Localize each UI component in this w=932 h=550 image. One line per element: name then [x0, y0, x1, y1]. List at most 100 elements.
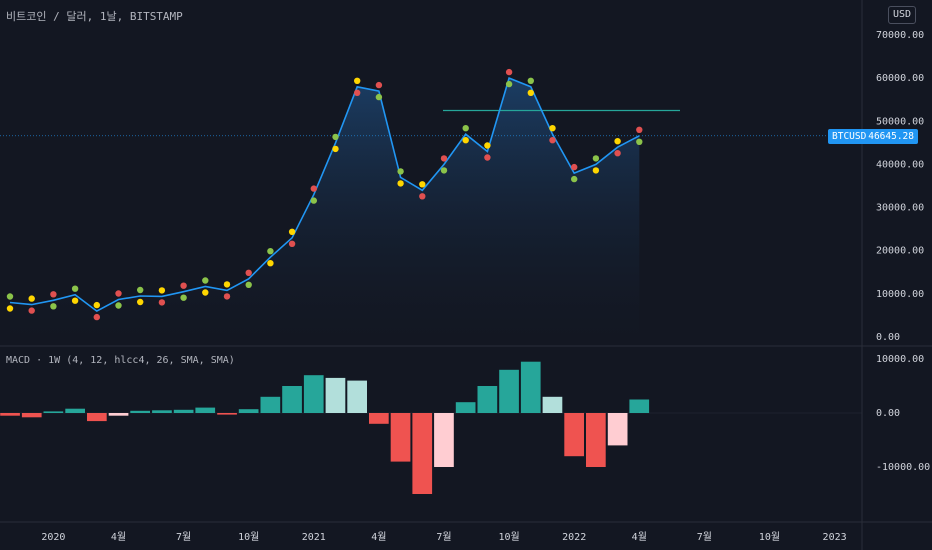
price-axis-tick: 70000.00 — [876, 30, 924, 41]
time-axis-tick: 4월 — [371, 531, 386, 543]
price-tag-value: 46645.28 — [868, 131, 914, 142]
macd-histogram-bar — [0, 413, 20, 416]
price-signal-dot — [354, 77, 361, 85]
price-signal-dot — [310, 185, 317, 192]
macd-histogram-bar — [173, 409, 194, 413]
time-axis-tick: 4월 — [632, 531, 647, 543]
price-signal-dot — [115, 290, 122, 297]
macd-histogram-bar — [43, 411, 64, 413]
price-axis-tick: 40000.00 — [876, 159, 924, 170]
price-signal-dot — [71, 297, 79, 304]
price-axis-tick: 30000.00 — [876, 203, 924, 214]
time-axis-tick: 2020 — [41, 532, 65, 543]
macd-histogram-bar — [586, 413, 606, 467]
price-signal-dot — [115, 302, 122, 309]
time-axis-tick: 4월 — [111, 531, 126, 543]
price-signal-dot — [6, 305, 14, 312]
time-axis-tick: 7월 — [176, 531, 191, 543]
macd-histogram-bar — [65, 408, 85, 413]
price-signal-dot — [180, 294, 187, 301]
price-signal-dot — [571, 163, 578, 171]
price-signal-dot — [419, 193, 426, 200]
price-signal-dot — [202, 289, 209, 296]
price-signal-dot — [332, 133, 339, 141]
price-axis-tick: 50000.00 — [876, 116, 924, 127]
price-signal-dot — [614, 150, 621, 157]
chart-root: 비트코인 / 달러, 1날, BITSTAMP USD MACD · 1W (4… — [0, 0, 932, 550]
price-signal-dot — [158, 299, 166, 306]
price-signal-dot — [288, 240, 296, 247]
price-signal-dot — [267, 248, 274, 255]
price-signal-dot — [484, 154, 491, 161]
macd-histogram-bar — [87, 413, 107, 422]
macd-axis-tick: -10000.00 — [876, 462, 930, 473]
time-axis-tick: 10월 — [498, 531, 519, 543]
price-signal-dot — [223, 281, 231, 288]
macd-histogram-bar — [520, 361, 541, 413]
price-signal-dot — [549, 137, 556, 144]
price-signal-dot — [614, 138, 621, 145]
macd-histogram-bar — [130, 410, 150, 413]
time-axis-tick: 10월 — [759, 531, 780, 543]
macd-histogram-bar — [390, 413, 411, 462]
macd-histogram-bar — [195, 407, 216, 413]
macd-axis-tick: 0.00 — [876, 408, 900, 419]
price-signal-dot — [288, 228, 296, 235]
macd-histogram-bar — [325, 377, 346, 413]
price-signal-dot — [93, 301, 101, 309]
time-axis-tick: 7월 — [697, 531, 712, 543]
current-price-tag: BTCUSD 46645.28 — [828, 129, 918, 144]
price-signal-dot — [397, 180, 404, 187]
macd-histogram-bar — [347, 380, 367, 413]
macd-histogram-bar — [282, 386, 302, 413]
price-signal-dot — [505, 80, 513, 88]
macd-histogram-bar — [564, 413, 584, 457]
price-signal-dot — [28, 295, 35, 302]
price-axis-tick: 0.00 — [876, 332, 900, 343]
price-signal-dot — [592, 155, 600, 162]
macd-histogram-bar — [412, 413, 433, 494]
price-signal-dot — [527, 77, 534, 85]
macd-histogram-bar — [303, 375, 324, 413]
price-signal-dot — [636, 126, 643, 133]
price-signal-dot — [245, 281, 252, 288]
chart-canvas[interactable]: 70000.00 60000.00 50000.00 40000.00 30000.00… — [0, 0, 932, 550]
macd-histogram-bar — [477, 386, 498, 413]
price-signal-dot — [137, 286, 144, 294]
macd-histogram-bar — [21, 413, 42, 418]
macd-histogram-bar — [629, 399, 650, 413]
price-signal-dot — [636, 138, 643, 145]
price-signal-dot — [527, 89, 534, 97]
macd-histogram-bar — [499, 369, 519, 413]
price-axis-tick: 20000.00 — [876, 246, 924, 257]
time-axis-tick: 10월 — [238, 531, 259, 543]
price-signal-dot — [71, 285, 79, 292]
price-signal-dot — [592, 167, 600, 174]
price-signal-dot — [397, 168, 404, 175]
price-signal-dot — [158, 287, 166, 294]
macd-histogram-bar — [607, 413, 628, 446]
macd-axis-tick: 10000.00 — [876, 354, 924, 365]
price-signal-dot — [28, 307, 35, 314]
price-axis-tick: 60000.00 — [876, 73, 924, 84]
price-signal-dot — [354, 89, 361, 97]
price-tag-symbol: BTCUSD — [832, 131, 867, 142]
macd-histogram-bar — [238, 409, 259, 413]
price-signal-dot — [462, 125, 469, 132]
price-signal-dot — [223, 293, 231, 300]
price-signal-dot — [505, 68, 513, 76]
time-axis-tick: 2021 — [302, 532, 326, 543]
price-signal-dot — [137, 298, 144, 306]
macd-histogram-bar — [108, 413, 129, 416]
price-signal-dot — [6, 293, 14, 300]
price-signal-dot — [202, 277, 209, 284]
price-signal-dot — [484, 142, 491, 149]
macd-histogram-bar — [152, 410, 172, 413]
price-signal-dot — [50, 303, 57, 310]
price-signal-dot — [571, 175, 578, 183]
price-signal-dot — [180, 282, 187, 289]
price-signal-dot — [440, 167, 448, 174]
macd-histogram-bar — [260, 396, 281, 413]
price-signal-dot — [419, 181, 426, 188]
time-axis-tick: 2022 — [562, 532, 586, 543]
